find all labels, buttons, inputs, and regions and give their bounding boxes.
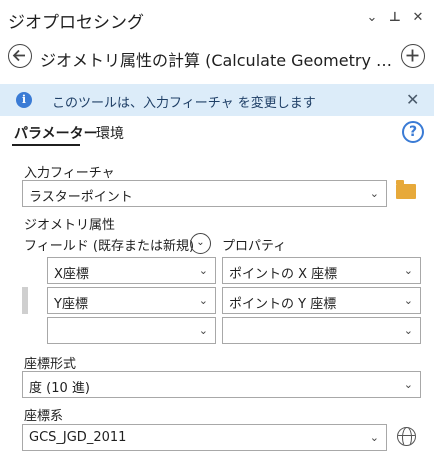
geometry-attributes-label: ジオメトリ属性 (24, 218, 116, 233)
property-value: ポイントの X 座標 (229, 267, 338, 282)
help-icon[interactable]: ? (402, 121, 424, 143)
back-button[interactable] (8, 44, 32, 68)
browse-folder-icon[interactable] (396, 180, 416, 199)
chevron-down-icon: ⌄ (403, 324, 413, 337)
coordinate-system-value: GCS_JGD_2011 (29, 430, 127, 445)
tab-parameters[interactable]: パラメーター (14, 123, 98, 143)
input-features-value: ラスターポイント (29, 190, 133, 205)
chevron-down-icon: ⌄ (198, 294, 208, 307)
arrow-left-icon (12, 49, 25, 62)
chevron-down-icon: ⌄ (403, 378, 413, 391)
coordinate-format-value: 度 (10 進) (29, 381, 90, 396)
coordinate-format-label: 座標形式 (24, 357, 77, 372)
pane-title: ジオプロセシング (8, 13, 144, 33)
chevron-down-icon: ⌄ (369, 431, 379, 444)
dismiss-info-icon[interactable]: ✕ (406, 90, 419, 109)
chevron-down-icon: ⌄ (403, 264, 413, 277)
expand-fields-icon[interactable]: ⌄ (190, 233, 211, 254)
add-button[interactable] (401, 44, 425, 68)
coordinate-system-select[interactable]: GCS_JGD_2011 ⌄ (22, 424, 387, 451)
tool-header: ジオメトリ属性の計算 (Calculate Geometry Attribute… (0, 38, 434, 78)
pin-icon[interactable]: ⊥ (387, 10, 403, 25)
property-value: ポイントの Y 座標 (229, 297, 337, 312)
close-pane-icon[interactable]: ✕ (410, 10, 426, 25)
options-menu-icon[interactable]: ⌄ (364, 10, 380, 25)
field-value: X座標 (54, 267, 89, 282)
property-column-header: プロパティ (222, 239, 287, 254)
active-tab-indicator (12, 144, 80, 146)
property-select-row-3[interactable]: ⌄ (222, 317, 421, 344)
plus-icon (406, 49, 419, 62)
row-drag-handle[interactable] (22, 287, 28, 314)
info-banner: i このツールは、入力フィーチャ を変更します ✕ (0, 84, 434, 116)
info-icon: i (16, 92, 32, 108)
field-column-header: フィールド (既存または新規) (24, 239, 195, 254)
coordinate-format-select[interactable]: 度 (10 進) ⌄ (22, 371, 421, 398)
info-message: このツールは、入力フィーチャ を変更します (52, 96, 316, 111)
input-features-select[interactable]: ラスターポイント ⌄ (22, 180, 387, 207)
chevron-down-icon: ⌄ (403, 294, 413, 307)
tool-title: ジオメトリ属性の計算 (Calculate Geometry Attribute… (40, 51, 394, 70)
input-features-label: 入力フィーチャ (24, 166, 115, 181)
field-select-row-3[interactable]: ⌄ (47, 317, 216, 344)
property-select-row-1[interactable]: ポイントの X 座標 ⌄ (222, 257, 421, 284)
property-select-row-2[interactable]: ポイントの Y 座標 ⌄ (222, 287, 421, 314)
tab-environments[interactable]: 環境 (96, 123, 124, 143)
pane-header: ジオプロセシング ⌄ ⊥ ✕ (0, 0, 434, 38)
globe-icon[interactable] (397, 427, 416, 446)
chevron-down-icon: ⌄ (198, 264, 208, 277)
coordinate-system-label: 座標系 (24, 409, 64, 424)
chevron-down-icon: ⌄ (369, 187, 379, 200)
field-value: Y座標 (54, 297, 88, 312)
chevron-down-icon: ⌄ (198, 324, 208, 337)
field-select-row-2[interactable]: Y座標 ⌄ (47, 287, 216, 314)
field-select-row-1[interactable]: X座標 ⌄ (47, 257, 216, 284)
